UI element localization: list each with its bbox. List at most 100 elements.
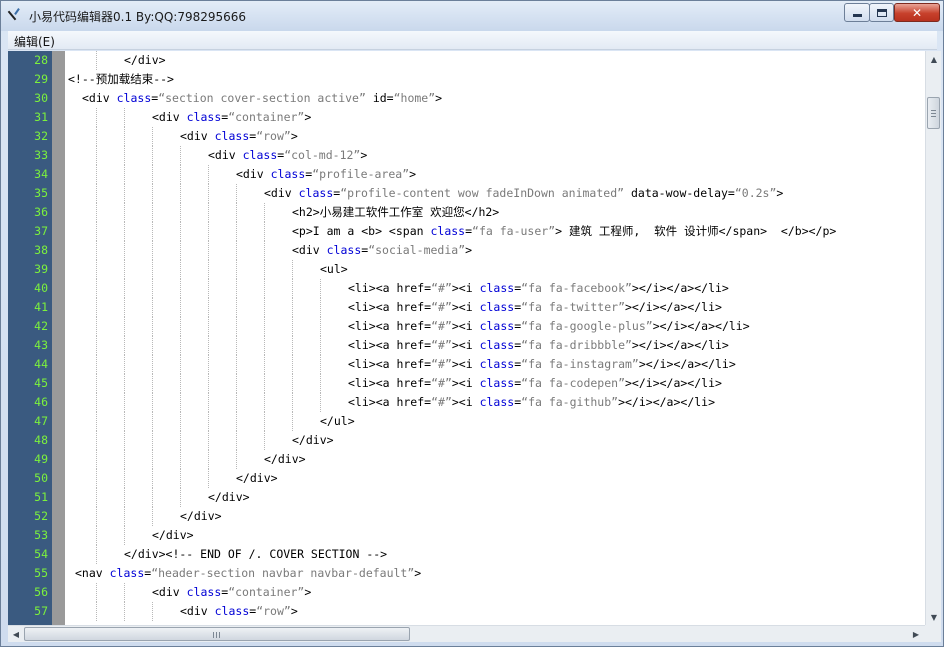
code-token: <!--预加载结束--> (68, 72, 174, 86)
code-line[interactable]: 40 <li><a href=“#”><i class=“fa fa-facebo… (8, 279, 925, 298)
indent-guide (96, 488, 97, 507)
indent-guide (208, 279, 209, 298)
code-line[interactable]: 41 <li><a href=“#”><i class=“fa fa-twitte… (8, 298, 925, 317)
indent-guide (124, 127, 125, 146)
code-keyword: class (479, 300, 515, 314)
indent-guide (292, 260, 293, 279)
arrow-left-icon: ◀ (12, 629, 20, 639)
code-line[interactable]: 48 </div> (8, 431, 925, 450)
code-line[interactable]: 39 <ul> (8, 260, 925, 279)
code-line[interactable]: 34 <div class=“profile-area”> (8, 165, 925, 184)
scroll-up-button[interactable]: ▲ (926, 51, 942, 67)
code-line[interactable]: 51 </div> (8, 488, 925, 507)
indent-guide (152, 374, 153, 393)
code-line[interactable]: 32 <div class=“row”> (8, 127, 925, 146)
indent-guide (264, 298, 265, 317)
code-line[interactable]: 42 <li><a href=“#”><i class=“fa fa-google… (8, 317, 925, 336)
code-keyword: class (479, 357, 515, 371)
code-line[interactable]: 49 </div> (8, 450, 925, 469)
indent-guide (264, 241, 265, 260)
line-number: 54 (34, 547, 48, 561)
code-keyword: class (214, 604, 250, 618)
code-line[interactable]: 43 <li><a href=“#”><i class=“fa fa-dribbb… (8, 336, 925, 355)
indent-guide (152, 127, 153, 146)
code-line[interactable]: 33 <div class=“col-md-12”> (8, 146, 925, 165)
line-number: 36 (34, 205, 48, 219)
code-line[interactable]: 29 <!--预加载结束--> (8, 70, 925, 89)
code-line[interactable]: 54 </div><!-- END OF /. COVER SECTION --> (8, 545, 925, 564)
minimize-button[interactable] (844, 3, 870, 22)
indent-guide (292, 279, 293, 298)
code-line[interactable]: 37 <p>I am a <b> <span class=“fa fa-user”… (8, 222, 925, 241)
line-number: 52 (34, 509, 48, 523)
vertical-scroll-thumb[interactable] (927, 97, 940, 129)
code-token: ><i (451, 357, 480, 371)
code-line[interactable]: 46 <li><a href=“#”><i class=“fa fa-github… (8, 393, 925, 412)
scroll-right-button[interactable]: ▶ (908, 626, 924, 642)
grip-line (216, 632, 217, 638)
line-number: 57 (34, 604, 48, 618)
code-line[interactable]: 56 <div class=“container”> (8, 583, 925, 602)
indent-guide (236, 431, 237, 450)
code-token: > 建筑 工程师, 软件 设计师</span> </b></p> (555, 224, 837, 238)
code-line[interactable]: 38 <div class=“social-media”> (8, 241, 925, 260)
code-line[interactable]: 47 </ul> (8, 412, 925, 431)
indent-guide (152, 336, 153, 355)
code-line[interactable]: 36 <h2>小易建工软件工作室 欢迎您</h2> (8, 203, 925, 222)
code-line[interactable]: 55 <nav class=“header-section navbar navb… (8, 564, 925, 583)
indent-guide (292, 355, 293, 374)
close-button[interactable]: ✕ (894, 3, 940, 22)
indent-guide (320, 355, 321, 374)
code-string: “#” (431, 376, 452, 390)
title-bar[interactable]: 小易代码编辑器0.1 By:QQ:798295666 ✕ (1, 1, 943, 31)
scroll-down-button[interactable]: ▼ (926, 609, 942, 625)
code-editor[interactable]: 28 </div> 29 <!--预加载结束--> 30 <div class=“sect… (8, 51, 925, 625)
code-token: <li><a href= (348, 357, 432, 371)
code-line[interactable]: 31 <div class=“container”> (8, 108, 925, 127)
maximize-button[interactable] (869, 3, 894, 22)
code-string: “fa fa-facebook” (521, 281, 632, 295)
editor-window: 小易代码编辑器0.1 By:QQ:798295666 ✕ 编辑(E) 28 </d… (0, 0, 944, 647)
code-string: “header-section navbar navbar-default” (151, 566, 415, 580)
vertical-scrollbar[interactable]: ▲ ▼ (925, 51, 941, 625)
code-token: </ul> (320, 414, 355, 428)
indent-guide (292, 298, 293, 317)
indent-guide (96, 393, 97, 412)
grip-line (931, 113, 936, 114)
line-number: 48 (34, 433, 48, 447)
code-line[interactable]: 35 <div class=“profile-content wow fadeIn… (8, 184, 925, 203)
code-string: “fa fa-google-plus” (521, 319, 653, 333)
scroll-left-button[interactable]: ◀ (8, 626, 24, 642)
menu-edit[interactable]: 编辑(E) (14, 33, 55, 50)
code-token: </div> (124, 53, 166, 67)
indent-guide (96, 298, 97, 317)
line-text: </div> (180, 507, 222, 526)
code-token: > (290, 604, 298, 618)
indent-guide (236, 355, 237, 374)
line-text: <!--预加载结束--> (68, 70, 174, 89)
code-line[interactable]: 50 </div> (8, 469, 925, 488)
code-line[interactable]: 30 <div class=“section cover-section acti… (8, 89, 925, 108)
horizontal-scroll-thumb[interactable] (24, 627, 410, 641)
indent-guide (96, 526, 97, 545)
line-number: 33 (34, 148, 48, 162)
grip-line (931, 116, 936, 117)
code-line[interactable]: 52 </div> (8, 507, 925, 526)
indent-guide (264, 374, 265, 393)
code-line[interactable]: 44 <li><a href=“#”><i class=“fa fa-instag… (8, 355, 925, 374)
indent-guide (152, 146, 153, 165)
code-token: ></i></a></li> (652, 319, 750, 333)
indent-guide (96, 260, 97, 279)
code-line[interactable]: 57 <div class=“row”> (8, 602, 925, 621)
line-number: 39 (34, 262, 48, 276)
code-token: > (409, 167, 417, 181)
indent-guide (236, 203, 237, 222)
code-line[interactable]: 53 </div> (8, 526, 925, 545)
horizontal-scrollbar[interactable]: ◀ ▶ (8, 625, 925, 642)
line-text: <li><a href=“#”><i class=“fa fa-twitter”… (348, 298, 722, 317)
code-line[interactable]: 28 </div> (8, 51, 925, 70)
indent-guide (180, 165, 181, 184)
line-number: 46 (34, 395, 48, 409)
code-token: <li><a href= (348, 281, 432, 295)
code-line[interactable]: 45 <li><a href=“#”><i class=“fa fa-codepe… (8, 374, 925, 393)
